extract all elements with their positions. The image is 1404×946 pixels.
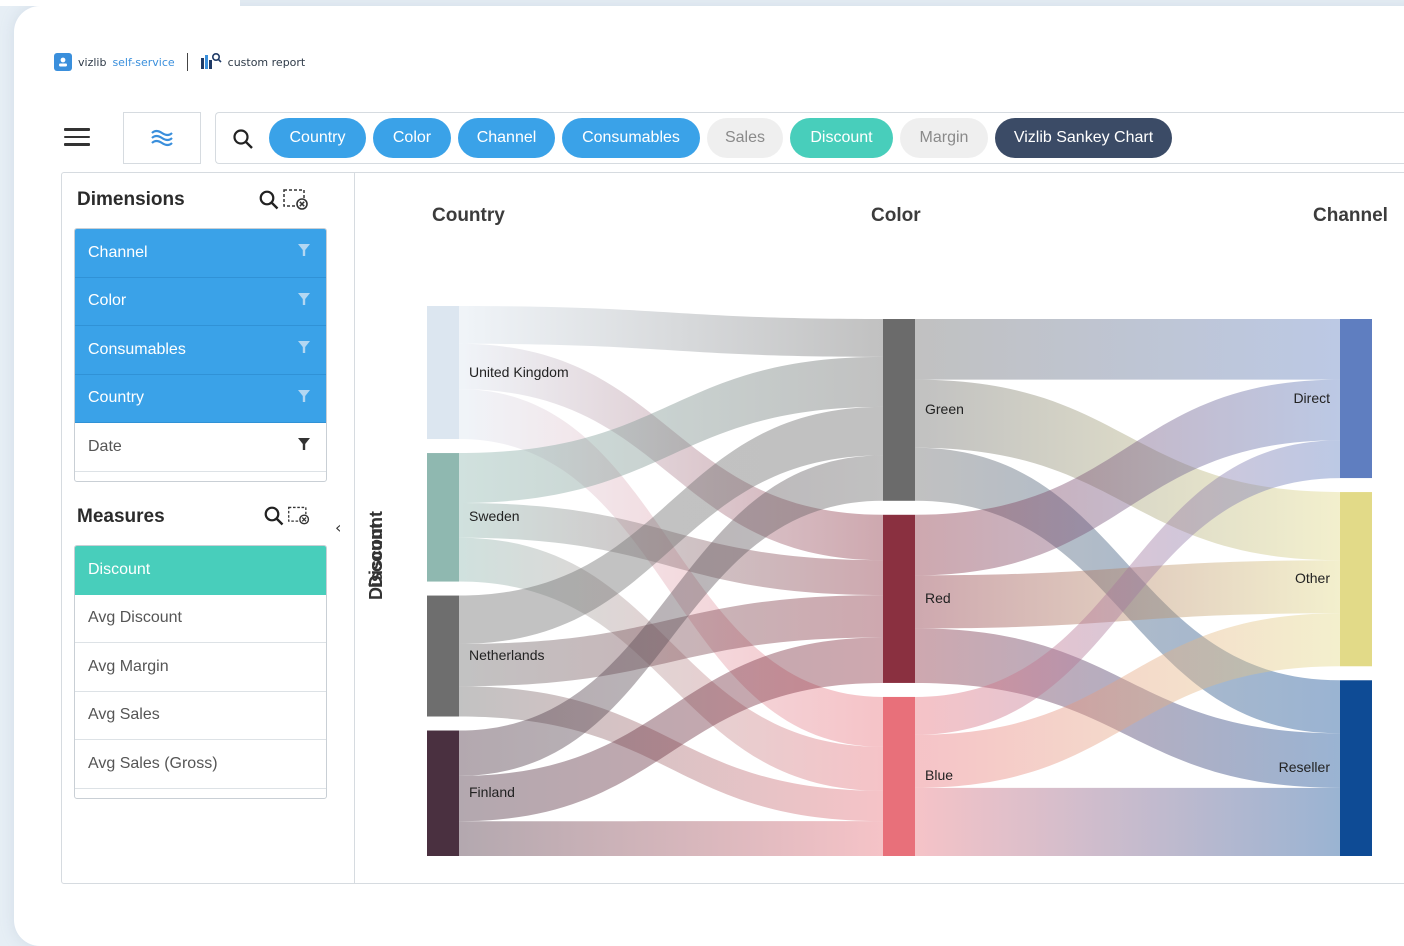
sankey-link-green-to-direct[interactable] [915,319,1340,380]
sankey-node-label-red: Red [925,589,951,606]
sankey-node-blue[interactable] [883,696,915,856]
sankey-node-label-reseller: Reseller [1278,759,1330,776]
sankey-node-finland[interactable] [427,730,459,856]
sankey-node-label-sweden: Sweden [469,508,520,525]
sankey-node-label-finland: Finland [469,784,515,801]
sankey-node-sweden[interactable] [427,453,459,582]
sankey-node-united-kingdom[interactable] [427,306,459,440]
sankey-chart [427,306,1372,856]
sankey-node-direct[interactable] [1340,319,1372,479]
sankey-node-label-united-kingdom: United Kingdom [469,363,569,380]
sankey-node-red[interactable] [883,514,915,683]
sankey-node-label-green: Green [925,400,964,417]
sankey-link-united-kingdom-to-green[interactable] [459,306,883,357]
sankey-node-other[interactable] [1340,492,1372,667]
sankey-link-blue-to-reseller[interactable] [915,787,1340,856]
sankey-node-reseller[interactable] [1340,680,1372,856]
sankey-link-finland-to-blue[interactable] [459,821,883,856]
sankey-node-label-other: Other [1294,570,1330,587]
sankey-node-label-netherlands: Netherlands [469,647,545,664]
sankey-node-label-blue: Blue [925,767,954,784]
sankey-node-green[interactable] [883,319,915,501]
sankey-node-netherlands[interactable] [427,595,459,717]
sankey-node-label-direct: Direct [1293,389,1330,406]
